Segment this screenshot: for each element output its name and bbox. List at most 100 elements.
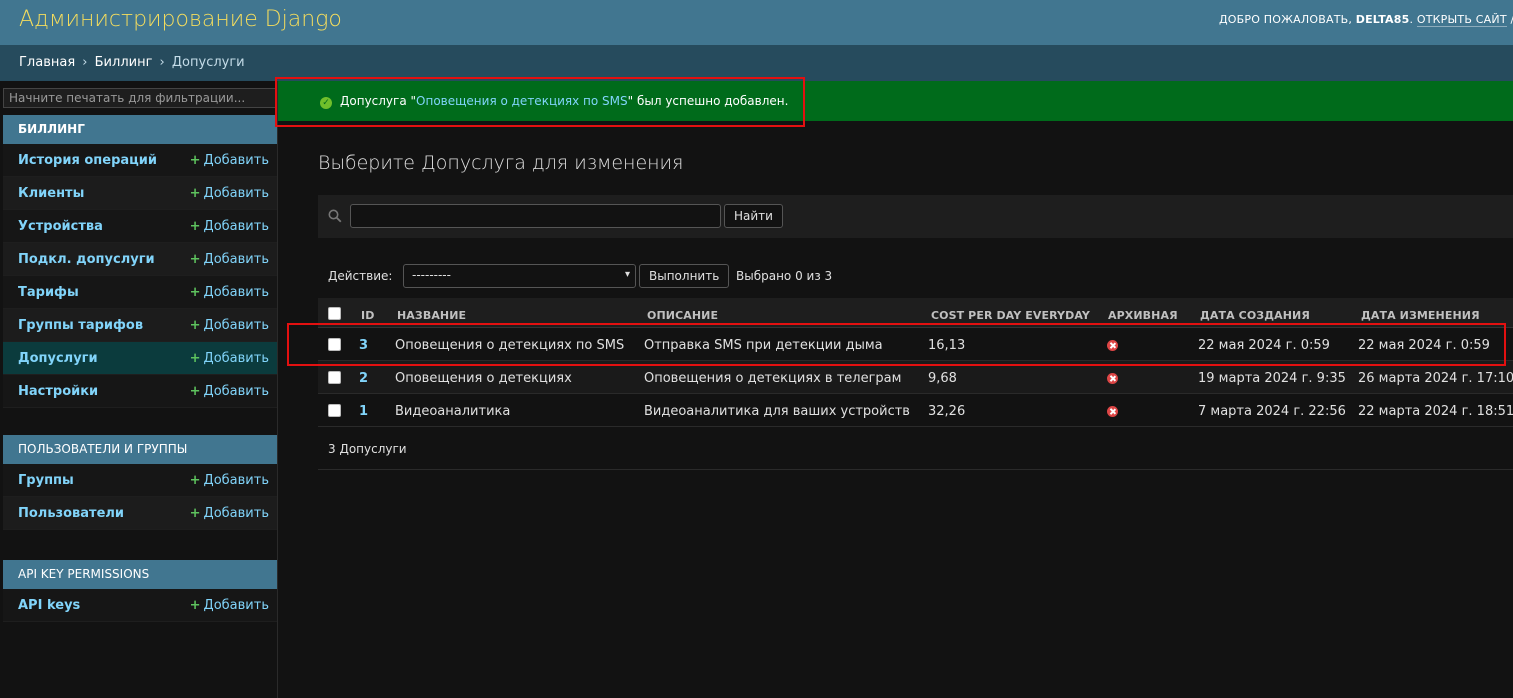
add-link[interactable]: + Добавить (190, 473, 269, 488)
welcome-text: Добро пожаловать, (1219, 13, 1353, 26)
model-link[interactable]: Подкл. допуслуги (18, 252, 155, 267)
icon-no (1107, 373, 1118, 384)
row-cost: 9,68 (928, 371, 957, 386)
username: DELTA85 (1355, 13, 1410, 26)
row-modified: 22 мая 2024 г. 0:59 (1358, 338, 1490, 353)
row-name: Оповещения о детекциях по SMS (395, 338, 625, 353)
table-row: 3 Оповещения о детекциях по SMS Отправка… (318, 328, 1513, 361)
sidebar-item-connected-services: Подкл. допуслуги + Добавить (3, 243, 277, 276)
add-link[interactable]: + Добавить (190, 186, 269, 201)
header: Администрирование Django Добро пожаловат… (0, 0, 1513, 45)
success-check-icon: ✓ (320, 97, 332, 109)
add-link[interactable]: + Добавить (190, 384, 269, 399)
add-link[interactable]: + Добавить (190, 351, 269, 366)
sidebar-item-clients: Клиенты + Добавить (3, 177, 277, 210)
model-link[interactable]: Тарифы (18, 285, 79, 300)
add-link[interactable]: + Добавить (190, 598, 269, 613)
search-icon (328, 209, 342, 223)
row-created: 22 мая 2024 г. 0:59 (1198, 338, 1330, 353)
model-link[interactable]: Клиенты (18, 186, 84, 201)
view-site-link[interactable]: Открыть сайт (1416, 13, 1507, 27)
site-title[interactable]: Администрирование Django (19, 7, 342, 32)
model-link[interactable]: Допуслуги (18, 351, 98, 366)
sidebar-item-tariffs: Тарифы + Добавить (3, 276, 277, 309)
sidebar-item-services: Допуслуги + Добавить (3, 342, 277, 375)
row-checkbox[interactable] (328, 404, 341, 417)
column-header-created[interactable]: ДАТА СОЗДАНИЯ (1200, 309, 1310, 322)
plus-icon: + (189, 384, 201, 399)
search-input[interactable] (350, 204, 721, 228)
plus-icon: + (189, 219, 201, 234)
model-link[interactable]: Настройки (18, 384, 98, 399)
sidebar-item-operations-history: История операций + Добавить (3, 144, 277, 177)
message-object-link[interactable]: Оповещения о детекциях по SMS (416, 94, 628, 108)
model-link[interactable]: API keys (18, 598, 80, 613)
result-table: ID НАЗВАНИЕ ОПИСАНИЕ COST PER DAY EVERYD… (318, 298, 1513, 470)
chevron-down-icon: ▾ (624, 269, 630, 280)
column-header-name[interactable]: НАЗВАНИЕ (397, 309, 466, 322)
model-link[interactable]: История операций (18, 153, 157, 168)
success-message: ✓ Допуслуга "Оповещения о детекциях по SM… (278, 81, 1513, 121)
module-caption[interactable]: ПОЛЬЗОВАТЕЛИ И ГРУППЫ (3, 435, 277, 464)
module-auth: ПОЛЬЗОВАТЕЛИ И ГРУППЫ Группы + Добавить П… (3, 435, 277, 530)
breadcrumb: Главная › Биллинг › Допуслуги (0, 45, 1513, 81)
row-name: Видеоаналитика (395, 404, 511, 419)
model-link[interactable]: Пользователи (18, 506, 124, 521)
add-label: Добавить (203, 153, 269, 168)
add-label: Добавить (203, 598, 269, 613)
row-id-link[interactable]: 2 (359, 371, 368, 386)
sidebar-item-groups: Группы + Добавить (3, 464, 277, 497)
add-link[interactable]: + Добавить (190, 252, 269, 267)
add-label: Добавить (203, 473, 269, 488)
row-id-link[interactable]: 3 (359, 338, 368, 353)
model-link[interactable]: Устройства (18, 219, 103, 234)
add-link[interactable]: + Добавить (190, 219, 269, 234)
add-label: Добавить (203, 351, 269, 366)
model-link[interactable]: Группы тарифов (18, 318, 143, 333)
module-caption[interactable]: БИЛЛИНГ (3, 115, 277, 144)
add-link[interactable]: + Добавить (190, 285, 269, 300)
row-created: 19 марта 2024 г. 9:35 (1198, 371, 1346, 386)
add-label: Добавить (203, 318, 269, 333)
add-link[interactable]: + Добавить (190, 153, 269, 168)
action-select[interactable]: --------- ▾ (403, 264, 636, 288)
sidebar-item-users: Пользователи + Добавить (3, 497, 277, 530)
add-link[interactable]: + Добавить (190, 318, 269, 333)
row-cost: 32,26 (928, 404, 966, 419)
main-content: ✓ Допуслуга "Оповещения о детекциях по SM… (275, 77, 1513, 698)
plus-icon: + (189, 351, 201, 366)
row-checkbox[interactable] (328, 338, 341, 351)
row-created: 7 марта 2024 г. 22:56 (1198, 404, 1346, 419)
breadcrumb-home[interactable]: Главная (19, 55, 75, 70)
module-caption[interactable]: API KEY PERMISSIONS (3, 560, 277, 589)
add-label: Добавить (203, 186, 269, 201)
row-description: Отправка SMS при детекции дыма (644, 338, 883, 353)
column-header-modified[interactable]: ДАТА ИЗМЕНЕНИЯ (1361, 309, 1480, 322)
row-id-link[interactable]: 1 (359, 404, 368, 419)
add-link[interactable]: + Добавить (190, 506, 269, 521)
table-row: 1 Видеоаналитика Видеоаналитика для ваши… (318, 394, 1513, 427)
message-text: ✓ Допуслуга "Оповещения о детекциях по SM… (320, 94, 788, 109)
select-all-checkbox[interactable] (328, 307, 341, 320)
column-header-archived[interactable]: АРХИВНАЯ (1108, 309, 1178, 322)
breadcrumb-app[interactable]: Биллинг (95, 55, 153, 70)
row-checkbox[interactable] (328, 371, 341, 384)
user-tools: Добро пожаловать, DELTA85. Открыть сайт … (1219, 13, 1513, 27)
row-cost: 16,13 (928, 338, 966, 353)
table-header: ID НАЗВАНИЕ ОПИСАНИЕ COST PER DAY EVERYD… (318, 298, 1513, 328)
nav-filter-input[interactable] (3, 88, 277, 108)
row-modified: 26 марта 2024 г. 17:10 (1358, 371, 1513, 386)
model-link[interactable]: Группы (18, 473, 74, 488)
column-header-cost[interactable]: COST PER DAY EVERYDAY (931, 309, 1090, 322)
breadcrumb-separator: › (82, 55, 88, 70)
column-header-id[interactable]: ID (361, 309, 374, 322)
page-title: Выберите Допуслуга для изменения (318, 152, 684, 174)
add-label: Добавить (203, 384, 269, 399)
row-description: Оповещения о детекциях в телеграм (644, 371, 902, 386)
plus-icon: + (189, 598, 201, 613)
search-button[interactable]: Найти (724, 204, 783, 228)
column-header-description[interactable]: ОПИСАНИЕ (647, 309, 718, 322)
row-description: Видеоаналитика для ваших устройств (644, 404, 910, 419)
run-action-button[interactable]: Выполнить (639, 264, 730, 288)
message-prefix: Допуслуга " (340, 94, 417, 108)
